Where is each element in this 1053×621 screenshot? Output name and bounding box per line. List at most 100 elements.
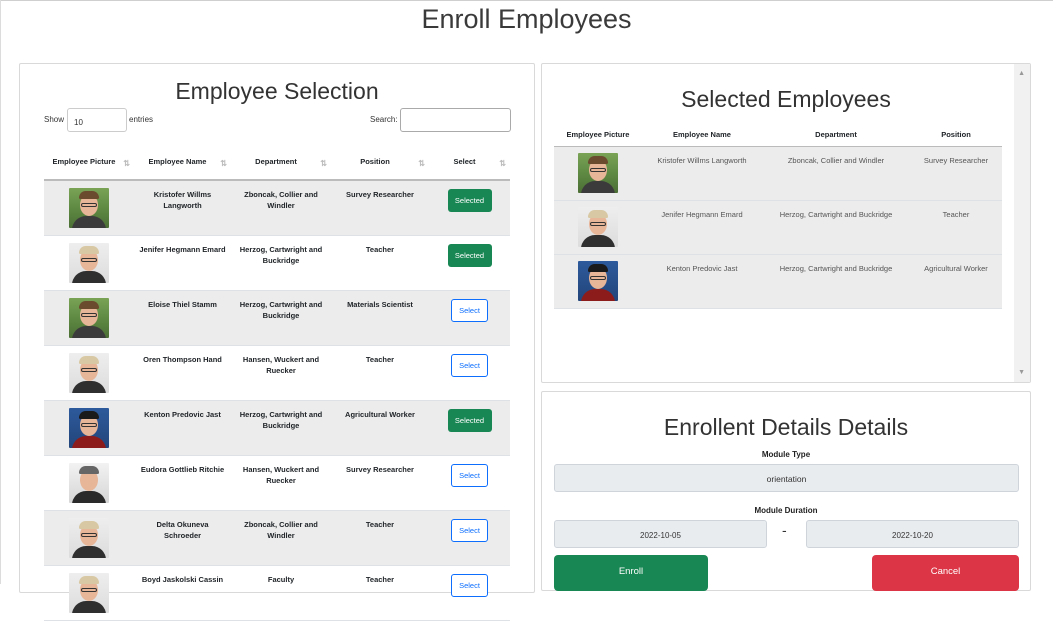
avatar-shoulders [72, 380, 106, 393]
module-type-field[interactable]: orientation [554, 464, 1019, 492]
employee-avatar [69, 462, 109, 503]
employee-avatar [578, 260, 618, 301]
avatar-glasses [81, 367, 97, 372]
avatar-shoulders [72, 270, 106, 283]
selected-button[interactable]: Selected [447, 189, 492, 213]
avatar-shoulders [72, 490, 106, 503]
end-date-field[interactable]: 2022-10-20 [806, 520, 1019, 548]
select-cell: Select [429, 510, 510, 566]
left-border [0, 0, 1, 584]
position-cell: Materials Scientist [331, 290, 429, 346]
sort-icon: ⇅ [418, 159, 425, 168]
select-cell: Select [429, 345, 510, 401]
position-cell: Teacher [331, 235, 429, 291]
select-cell: Selected [429, 235, 510, 291]
module-duration-label: Module Duration [754, 506, 818, 515]
department-cell: Faculty [231, 565, 331, 621]
entries-length-select[interactable]: 10 [67, 108, 127, 132]
position-cell: Agricultural Worker [331, 400, 429, 456]
picture-cell [554, 146, 642, 201]
employee-name-cell: Kenton Predovic Jast [642, 254, 762, 309]
column-header-name[interactable]: Employee Name ⇅ [134, 144, 231, 181]
employee-name-cell: Boyd Jaskolski Cassin [134, 565, 231, 621]
select-button[interactable]: Select [451, 573, 488, 597]
selected-button[interactable]: Selected [447, 243, 492, 267]
cancel-button[interactable]: Cancel [872, 555, 1019, 591]
avatar-hair [79, 355, 99, 364]
select-cell: Selected [429, 180, 510, 236]
employee-table: Employee Picture ⇅ Employee Name ⇅ Departm… [44, 144, 510, 621]
avatar-hair [588, 263, 608, 272]
department-cell: Herzog, Cartwright and Buckridge [231, 290, 331, 346]
table-row: Delta Okuneva Schroeder Zboncak, Collier … [44, 510, 510, 566]
employee-name-cell: Jenifer Hegmann Emard [134, 235, 231, 291]
position-cell: Teacher [910, 200, 1002, 255]
employee-name-cell: Oren Thompson Hand [134, 345, 231, 401]
sort-asc-icon: ⇅ [123, 159, 130, 168]
sort-icon: ⇅ [220, 159, 227, 168]
avatar-glasses [81, 532, 97, 537]
table-row: Kenton Predovic Jast Herzog, Cartwright a… [44, 400, 510, 456]
scroll-down-icon[interactable]: ▼ [1018, 369, 1025, 376]
show-label: Show [44, 115, 65, 124]
position-cell: Teacher [331, 510, 429, 566]
start-date-field[interactable]: 2022-10-05 [554, 520, 767, 548]
select-button[interactable]: Select [451, 463, 488, 487]
picture-cell [44, 180, 134, 236]
column-header-picture[interactable]: Employee Picture ⇅ [44, 144, 134, 181]
scroll-up-icon[interactable]: ▲ [1018, 70, 1025, 77]
avatar-shoulders [581, 180, 615, 193]
employee-avatar [578, 206, 618, 247]
search-input[interactable] [400, 108, 511, 132]
enroll-button[interactable]: Enroll [554, 555, 708, 591]
employee-avatar [69, 572, 109, 613]
select-cell: Selected [429, 400, 510, 456]
selected-button[interactable]: Selected [447, 408, 492, 432]
entries-label: entries [129, 115, 154, 124]
position-cell: Survey Researcher [331, 455, 429, 511]
module-type-label: Module Type [761, 450, 811, 459]
employee-name-cell: Eudora Gottlieb Ritchie [134, 455, 231, 511]
column-header-picture: Employee Picture [554, 123, 642, 147]
column-header-position[interactable]: Position ⇅ [331, 144, 429, 181]
department-cell: Zboncak, Collier and Windler [762, 146, 910, 201]
avatar-hair [79, 465, 99, 474]
avatar-hair [79, 245, 99, 254]
select-button[interactable]: Select [451, 353, 488, 377]
avatar-shoulders [581, 234, 615, 247]
column-header-label: Position [360, 156, 390, 166]
select-cell: Select [429, 290, 510, 346]
avatar-glasses [590, 221, 606, 226]
avatar-glasses [81, 257, 97, 262]
employee-selection-title: Employee Selection [175, 78, 379, 104]
select-button[interactable]: Select [451, 298, 488, 322]
table-row: Jenifer Hegmann Emard Herzog, Cartwright … [44, 235, 510, 291]
avatar-shoulders [72, 216, 106, 228]
department-cell: Zboncak, Collier and Windler [231, 180, 331, 236]
table-row: Eudora Gottlieb Ritchie Hansen, Wuckert a… [44, 455, 510, 511]
table-row: Kristofer Willms Langworth Zboncak, Colli… [44, 180, 510, 236]
picture-cell [44, 400, 134, 456]
avatar-glasses [81, 203, 97, 207]
employee-avatar [69, 407, 109, 448]
picture-cell [44, 345, 134, 401]
selected-employees-title: Selected Employees [681, 86, 891, 112]
avatar-shoulders [581, 288, 615, 301]
column-header-position: Position [910, 123, 1002, 147]
department-cell: Herzog, Cartwright and Buckridge [762, 254, 910, 309]
employee-avatar [69, 352, 109, 393]
avatar-glasses [81, 587, 97, 592]
column-header-department[interactable]: Department ⇅ [231, 144, 331, 181]
sort-icon: ⇅ [499, 159, 506, 168]
column-header-label: Employee Name [148, 156, 207, 166]
avatar-hair [79, 300, 99, 309]
top-border [0, 0, 1053, 1]
date-separator: - [782, 522, 787, 538]
select-button[interactable]: Select [451, 518, 488, 542]
department-cell: Zboncak, Collier and Windler [231, 510, 331, 566]
department-cell: Herzog, Cartwright and Buckridge [231, 400, 331, 456]
scrollbar[interactable]: ▲ ▼ [1014, 64, 1030, 382]
picture-cell [554, 200, 642, 255]
avatar-glasses [81, 422, 97, 427]
column-header-select[interactable]: Select ⇅ [429, 144, 510, 181]
